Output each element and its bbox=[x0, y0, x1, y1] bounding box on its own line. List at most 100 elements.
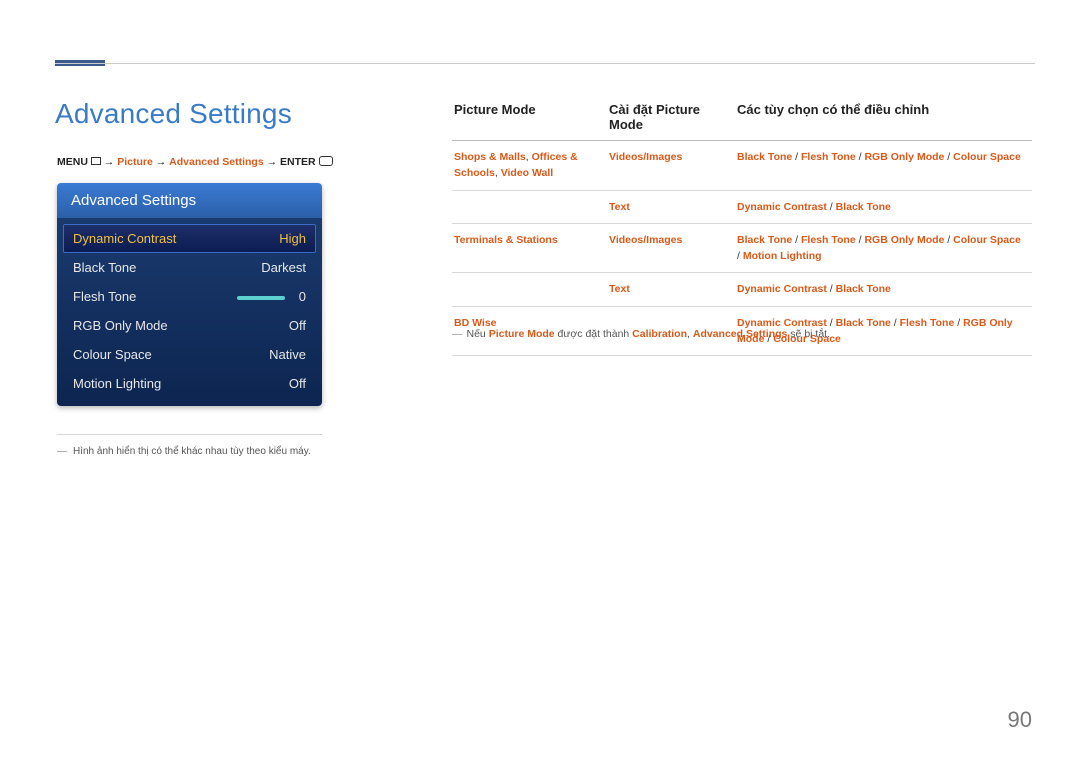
text-sep: / bbox=[944, 234, 953, 246]
text-sep: / bbox=[954, 317, 963, 329]
option-name: Dynamic Contrast bbox=[737, 317, 827, 329]
osd-row-label: Colour Space bbox=[73, 347, 152, 362]
option-name: Motion Lighting bbox=[743, 250, 822, 262]
cell-mode bbox=[452, 190, 607, 223]
breadcrumb-advanced: Advanced Settings bbox=[169, 156, 264, 168]
mode-name: Video Wall bbox=[501, 167, 554, 179]
cell-mode: Shops & Malls, Offices & Schools, Video … bbox=[452, 141, 607, 191]
th-picture-mode: Picture Mode bbox=[452, 102, 607, 141]
breadcrumb-arrow: → bbox=[267, 156, 280, 168]
text-sep: / bbox=[827, 201, 836, 213]
osd-row-value: High bbox=[279, 231, 306, 246]
cell-setting: Text bbox=[607, 273, 735, 306]
cell-options: Dynamic Contrast / Black Tone bbox=[735, 273, 1032, 306]
footnote-post: sẽ bị tắt. bbox=[787, 328, 830, 340]
breadcrumb-picture: Picture bbox=[117, 156, 153, 168]
osd-row-value: Darkest bbox=[261, 260, 306, 275]
breadcrumb-arrow: → bbox=[104, 156, 117, 168]
th-options: Các tùy chọn có thể điều chỉnh bbox=[735, 102, 1032, 141]
osd-row-label: Flesh Tone bbox=[73, 289, 136, 304]
table-row: Text Dynamic Contrast / Black Tone bbox=[452, 273, 1032, 306]
osd-row[interactable]: RGB Only Mode Off bbox=[63, 311, 316, 340]
setting-name: Text bbox=[609, 201, 630, 213]
option-name: Colour Space bbox=[953, 151, 1021, 163]
text-sep: / bbox=[792, 234, 801, 246]
osd-divider bbox=[57, 434, 322, 435]
breadcrumb-arrow: → bbox=[156, 156, 169, 168]
mode-name: BD Wise bbox=[454, 317, 497, 329]
options-table: Picture Mode Cài đặt Picture Mode Các tù… bbox=[452, 102, 1032, 356]
osd-note-text: Hình ảnh hiển thị có thể khác nhau tùy t… bbox=[73, 446, 311, 457]
cell-setting: Videos/Images bbox=[607, 141, 735, 191]
osd-row[interactable]: Colour Space Native bbox=[63, 340, 316, 369]
osd-row[interactable]: Flesh Tone 0 bbox=[63, 282, 316, 311]
footnote: ―Nếu Picture Mode được đặt thành Calibra… bbox=[452, 328, 830, 340]
setting-name: Text bbox=[609, 283, 630, 295]
text-sep: / bbox=[891, 317, 900, 329]
table-row: Terminals & Stations Videos/ImagesBlack T… bbox=[452, 223, 1032, 273]
cell-mode: Terminals & Stations bbox=[452, 223, 607, 273]
footnote-pm: Picture Mode bbox=[489, 328, 555, 340]
osd-row-value: 0 bbox=[299, 289, 306, 304]
osd-header: Advanced Settings bbox=[57, 183, 322, 218]
dash-icon: ― bbox=[57, 446, 69, 457]
menu-icon bbox=[91, 157, 101, 165]
enter-icon bbox=[319, 156, 333, 166]
osd-row[interactable]: Dynamic ContrastHigh bbox=[63, 224, 316, 253]
breadcrumb: MENU → Picture → Advanced Settings → ENT… bbox=[57, 156, 333, 168]
cell-mode bbox=[452, 273, 607, 306]
osd-row-value-wrap: Off bbox=[289, 376, 306, 391]
text-sep: / bbox=[792, 151, 801, 163]
breadcrumb-enter: ENTER bbox=[280, 156, 316, 168]
option-name: RGB Only Mode bbox=[864, 234, 944, 246]
option-name: Flesh Tone bbox=[801, 151, 856, 163]
cell-options: Dynamic Contrast / Black Tone bbox=[735, 190, 1032, 223]
osd-row-label: RGB Only Mode bbox=[73, 318, 168, 333]
osd-row-value: Native bbox=[269, 347, 306, 362]
osd-row-value-wrap: Darkest bbox=[261, 260, 306, 275]
th-picture-mode-setting: Cài đặt Picture Mode bbox=[607, 102, 735, 141]
mode-name: Shops & Malls bbox=[454, 151, 526, 163]
osd-row-value-wrap: Off bbox=[289, 318, 306, 333]
option-name: Flesh Tone bbox=[900, 317, 955, 329]
osd-note: ― Hình ảnh hiển thị có thể khác nhau tùy … bbox=[57, 446, 311, 457]
osd-body: Dynamic ContrastHighBlack ToneDarkestFle… bbox=[57, 218, 322, 406]
footnote-pre: Nếu bbox=[467, 328, 489, 340]
option-name: Dynamic Contrast bbox=[737, 201, 827, 213]
option-name: Black Tone bbox=[836, 283, 891, 295]
osd-row-value-wrap: 0 bbox=[237, 289, 306, 304]
table-row: Shops & Malls, Offices & Schools, Video … bbox=[452, 141, 1032, 191]
text-sep: / bbox=[827, 317, 836, 329]
mode-name: Terminals & Stations bbox=[454, 234, 558, 246]
option-name: Black Tone bbox=[737, 234, 792, 246]
osd-row-label: Motion Lighting bbox=[73, 376, 161, 391]
osd-panel: Advanced Settings Dynamic ContrastHighBl… bbox=[57, 183, 322, 406]
header-divider bbox=[55, 63, 1035, 64]
cell-setting: Text bbox=[607, 190, 735, 223]
osd-row-value-wrap: Native bbox=[269, 347, 306, 362]
osd-row[interactable]: Black ToneDarkest bbox=[63, 253, 316, 282]
option-name: Colour Space bbox=[953, 234, 1021, 246]
footnote-adv: Advanced Settings bbox=[693, 328, 788, 340]
text-sep: / bbox=[827, 283, 836, 295]
cell-setting: Videos/Images bbox=[607, 223, 735, 273]
page-number: 90 bbox=[1008, 707, 1032, 733]
osd-row[interactable]: Motion Lighting Off bbox=[63, 369, 316, 398]
osd-row-value: Off bbox=[289, 376, 306, 391]
option-name: Black Tone bbox=[836, 201, 891, 213]
cell-options: Black Tone / Flesh Tone / RGB Only Mode … bbox=[735, 223, 1032, 273]
slider-icon bbox=[237, 296, 285, 300]
osd-row-value: Off bbox=[289, 318, 306, 333]
page-title: Advanced Settings bbox=[55, 98, 292, 130]
option-name: RGB Only Mode bbox=[864, 151, 944, 163]
dash-icon: ― bbox=[452, 328, 463, 340]
table-row: Text Dynamic Contrast / Black Tone bbox=[452, 190, 1032, 223]
footnote-cal: Calibration bbox=[632, 328, 687, 340]
breadcrumb-menu: MENU bbox=[57, 156, 88, 168]
cell-options: Black Tone / Flesh Tone / RGB Only Mode … bbox=[735, 141, 1032, 191]
option-name: Black Tone bbox=[836, 317, 891, 329]
option-name: Flesh Tone bbox=[801, 234, 856, 246]
option-name: Dynamic Contrast bbox=[737, 283, 827, 295]
option-name: Black Tone bbox=[737, 151, 792, 163]
osd-row-value-wrap: High bbox=[279, 231, 306, 246]
